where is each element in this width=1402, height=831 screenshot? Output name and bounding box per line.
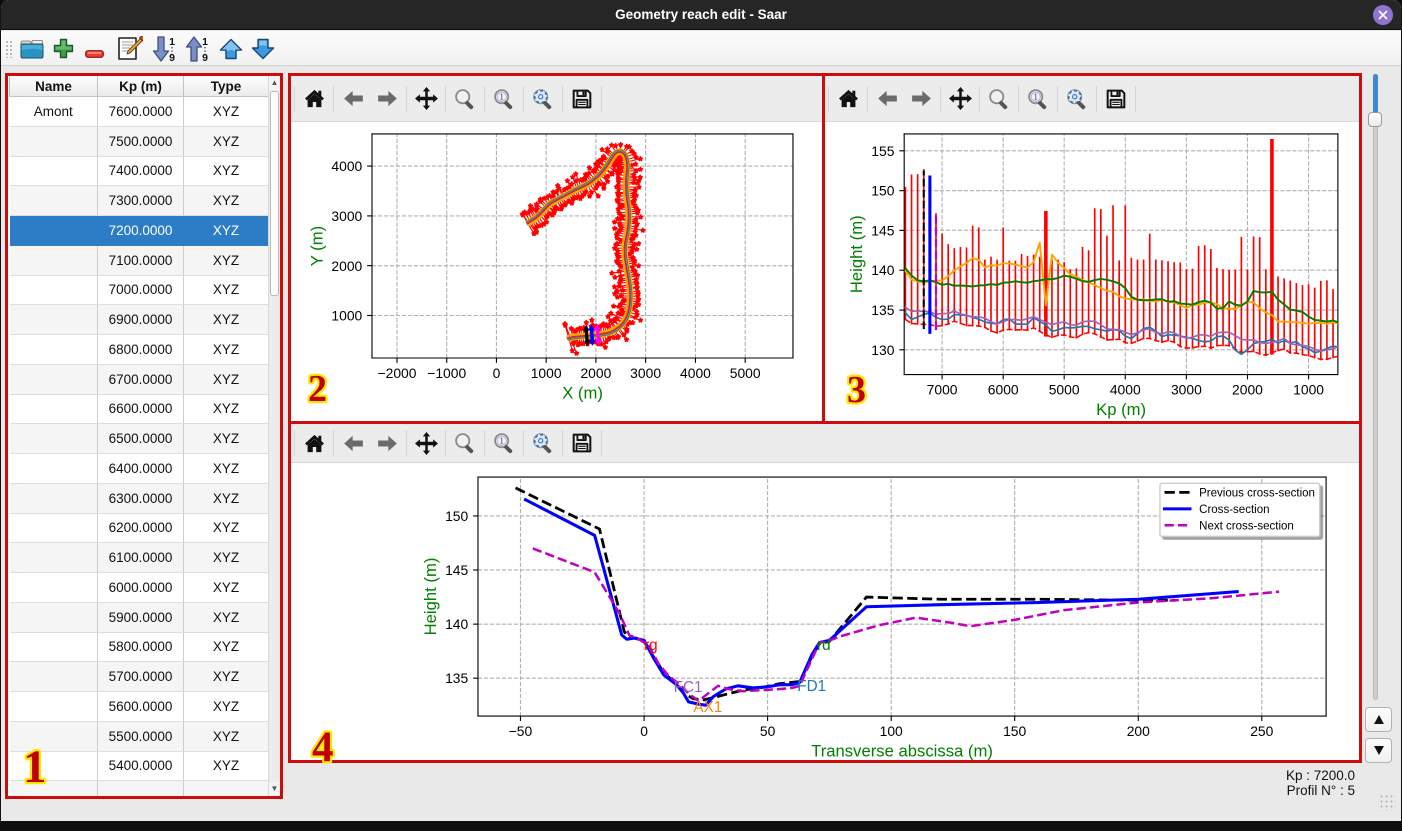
svg-text:2000: 2000 [331, 258, 362, 274]
svg-text:Kp (m): Kp (m) [1096, 400, 1146, 419]
svg-text:Height (m): Height (m) [421, 558, 440, 636]
svg-text:7000: 7000 [927, 381, 958, 397]
svg-text:−2000: −2000 [378, 365, 417, 381]
svg-text:1000: 1000 [531, 365, 562, 381]
svg-text:2000: 2000 [580, 365, 611, 381]
svg-text:0: 0 [493, 365, 501, 381]
svg-text:Next cross-section: Next cross-section [1199, 520, 1294, 532]
svg-text:9: 9 [202, 52, 208, 62]
svg-text:4000: 4000 [1110, 381, 1141, 397]
svg-text:4: 4 [312, 724, 334, 771]
svg-text:150: 150 [445, 508, 468, 524]
svg-text:135: 135 [445, 670, 468, 686]
svg-text:130: 130 [871, 342, 894, 358]
svg-text:9: 9 [169, 52, 175, 62]
svg-text:150: 150 [871, 183, 894, 199]
svg-text:1: 1 [23, 741, 47, 792]
svg-text:AX1: AX1 [693, 699, 722, 716]
svg-text:1: 1 [499, 91, 504, 101]
svg-text:Height (m): Height (m) [847, 215, 866, 293]
svg-text:rg: rg [644, 637, 658, 654]
svg-text:X (m): X (m) [562, 383, 603, 402]
svg-text:145: 145 [445, 562, 468, 578]
svg-text:4000: 4000 [331, 158, 362, 174]
svg-text:3000: 3000 [1171, 381, 1202, 397]
svg-text:Previous cross-section: Previous cross-section [1199, 487, 1315, 499]
svg-text:1: 1 [169, 36, 175, 48]
svg-text:5000: 5000 [730, 365, 761, 381]
svg-text:3: 3 [847, 369, 866, 411]
svg-text:200: 200 [1127, 723, 1150, 739]
svg-text:100: 100 [880, 723, 903, 739]
svg-text:2000: 2000 [1232, 381, 1263, 397]
svg-text:3000: 3000 [331, 208, 362, 224]
svg-text:1: 1 [1033, 91, 1038, 101]
svg-text:1: 1 [202, 36, 208, 48]
svg-text:140: 140 [871, 262, 894, 278]
svg-text:2: 2 [308, 368, 327, 410]
svg-text:6000: 6000 [988, 381, 1019, 397]
svg-text:155: 155 [871, 143, 894, 159]
svg-text:150: 150 [1003, 723, 1026, 739]
svg-text:250: 250 [1250, 723, 1273, 739]
svg-text:145: 145 [871, 222, 894, 238]
svg-text:1: 1 [499, 436, 504, 446]
svg-text:0: 0 [640, 723, 648, 739]
svg-text:−50: −50 [509, 723, 533, 739]
svg-text:FC1: FC1 [674, 679, 703, 696]
svg-text:1000: 1000 [1293, 381, 1324, 397]
svg-text:5000: 5000 [1049, 381, 1080, 397]
svg-text:4000: 4000 [680, 365, 711, 381]
svg-text:FD1: FD1 [797, 678, 826, 695]
svg-text:135: 135 [871, 302, 894, 318]
svg-text:3000: 3000 [630, 365, 661, 381]
svg-text:Transverse abscissa (m): Transverse abscissa (m) [811, 741, 993, 760]
svg-text:140: 140 [445, 616, 468, 632]
svg-text:1000: 1000 [331, 308, 362, 324]
svg-text:50: 50 [760, 723, 776, 739]
svg-text:Cross-section: Cross-section [1199, 504, 1269, 516]
svg-text:Y (m): Y (m) [307, 226, 326, 266]
svg-text:−1000: −1000 [427, 365, 466, 381]
svg-text:rd: rd [817, 637, 831, 654]
